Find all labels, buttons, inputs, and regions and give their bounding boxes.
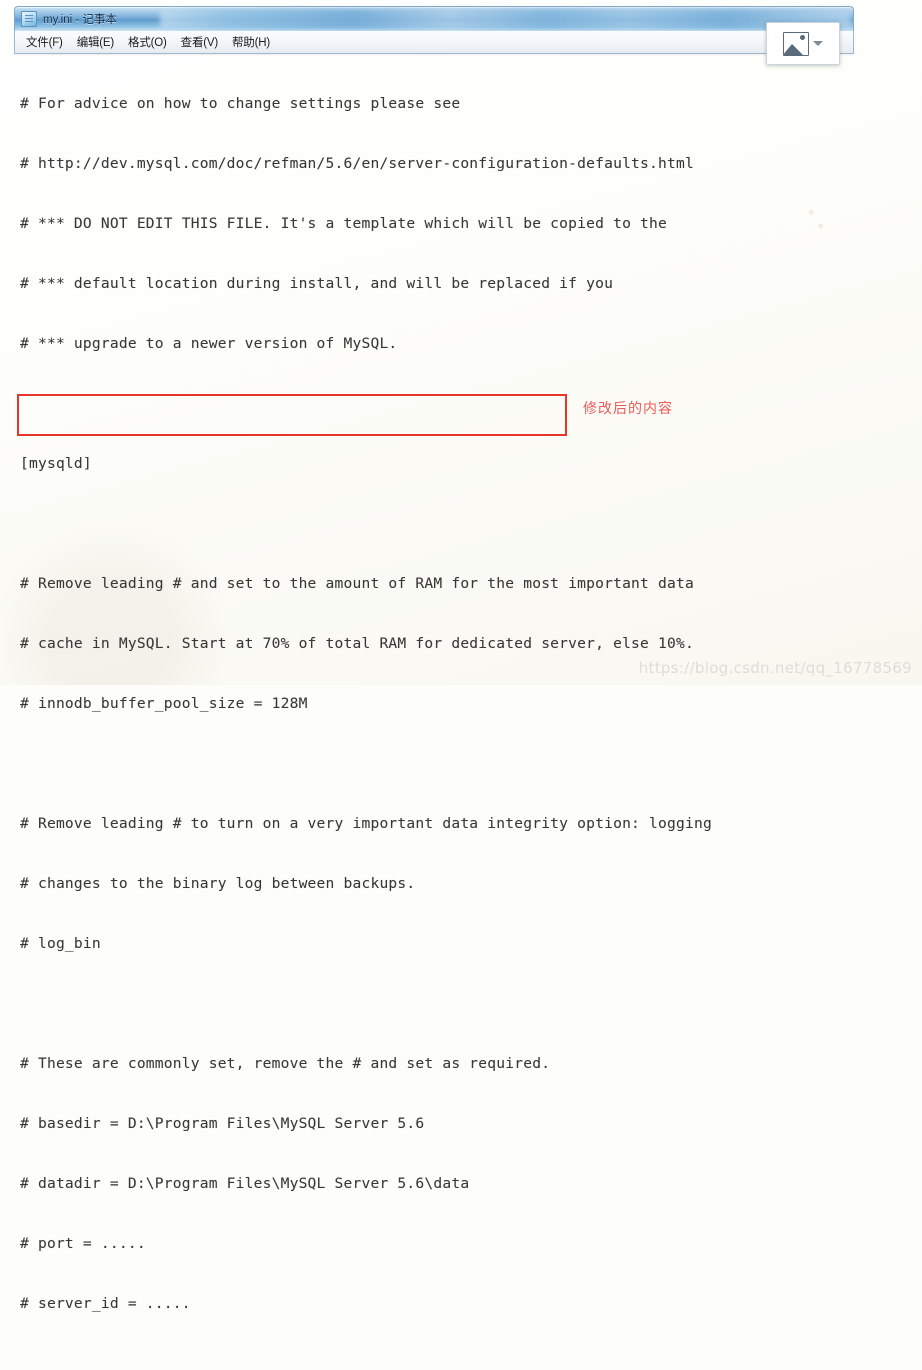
code-line: # http://dev.mysql.com/doc/refman/5.6/en… <box>20 155 694 172</box>
code-line-datadir: # datadir = D:\Program Files\MySQL Serve… <box>20 1175 470 1192</box>
menu-item-edit[interactable]: 编辑(E) <box>70 33 121 51</box>
code-line: # *** default location during install, a… <box>20 275 614 292</box>
menu-item-file[interactable]: 文件(F) <box>19 33 70 51</box>
title-bar-blurred-region <box>160 9 851 29</box>
picture-toolbar <box>766 22 840 65</box>
menu-item-view[interactable]: 查看(V) <box>174 33 225 51</box>
code-line: # server_id = ..... <box>20 1295 191 1312</box>
notepad-document-icon <box>21 11 37 27</box>
menu-item-format[interactable]: 格式(O) <box>121 33 174 51</box>
code-line: # Remove leading # to turn on a very imp… <box>20 815 712 832</box>
menu-item-help[interactable]: 帮助(H) <box>225 33 277 51</box>
title-bar[interactable]: my.ini - 记事本 <box>14 6 854 31</box>
window-title: my.ini - 记事本 <box>43 14 117 26</box>
red-annotation-label: 修改后的内容 <box>583 401 673 417</box>
document-text-area[interactable]: # For advice on how to change settings p… <box>0 54 922 1312</box>
code-line: # *** upgrade to a newer version of MySQ… <box>20 335 398 352</box>
watermark: https://blog.csdn.net/qq_16778569 <box>638 659 912 677</box>
code-line-basedir: # basedir = D:\Program Files\MySQL Serve… <box>20 1115 425 1132</box>
menu-bar: 文件(F) 编辑(E) 格式(O) 查看(V) 帮助(H) <box>14 31 854 54</box>
picture-icon-sun <box>800 35 805 40</box>
notepad-window: my.ini - 记事本 文件(F) 编辑(E) 格式(O) 查看(V) 帮助(… <box>14 6 854 54</box>
code-line: # Remove leading # and set to the amount… <box>20 575 694 592</box>
code-line: # These are commonly set, remove the # a… <box>20 1055 551 1072</box>
code-line: # cache in MySQL. Start at 70% of total … <box>20 635 694 652</box>
code-line: # changes to the binary log between back… <box>20 875 416 892</box>
chevron-down-icon[interactable] <box>813 41 823 46</box>
code-line: [mysqld] <box>20 455 92 472</box>
code-line: # log_bin <box>20 935 101 952</box>
code-line: # For advice on how to change settings p… <box>20 95 461 112</box>
picture-icon[interactable] <box>783 31 809 56</box>
code-line: # *** DO NOT EDIT THIS FILE. It's a temp… <box>20 215 668 232</box>
code-line: # port = ..... <box>20 1235 146 1252</box>
code-line: # innodb_buffer_pool_size = 128M <box>20 695 308 712</box>
picture-icon-mountain <box>784 43 804 55</box>
